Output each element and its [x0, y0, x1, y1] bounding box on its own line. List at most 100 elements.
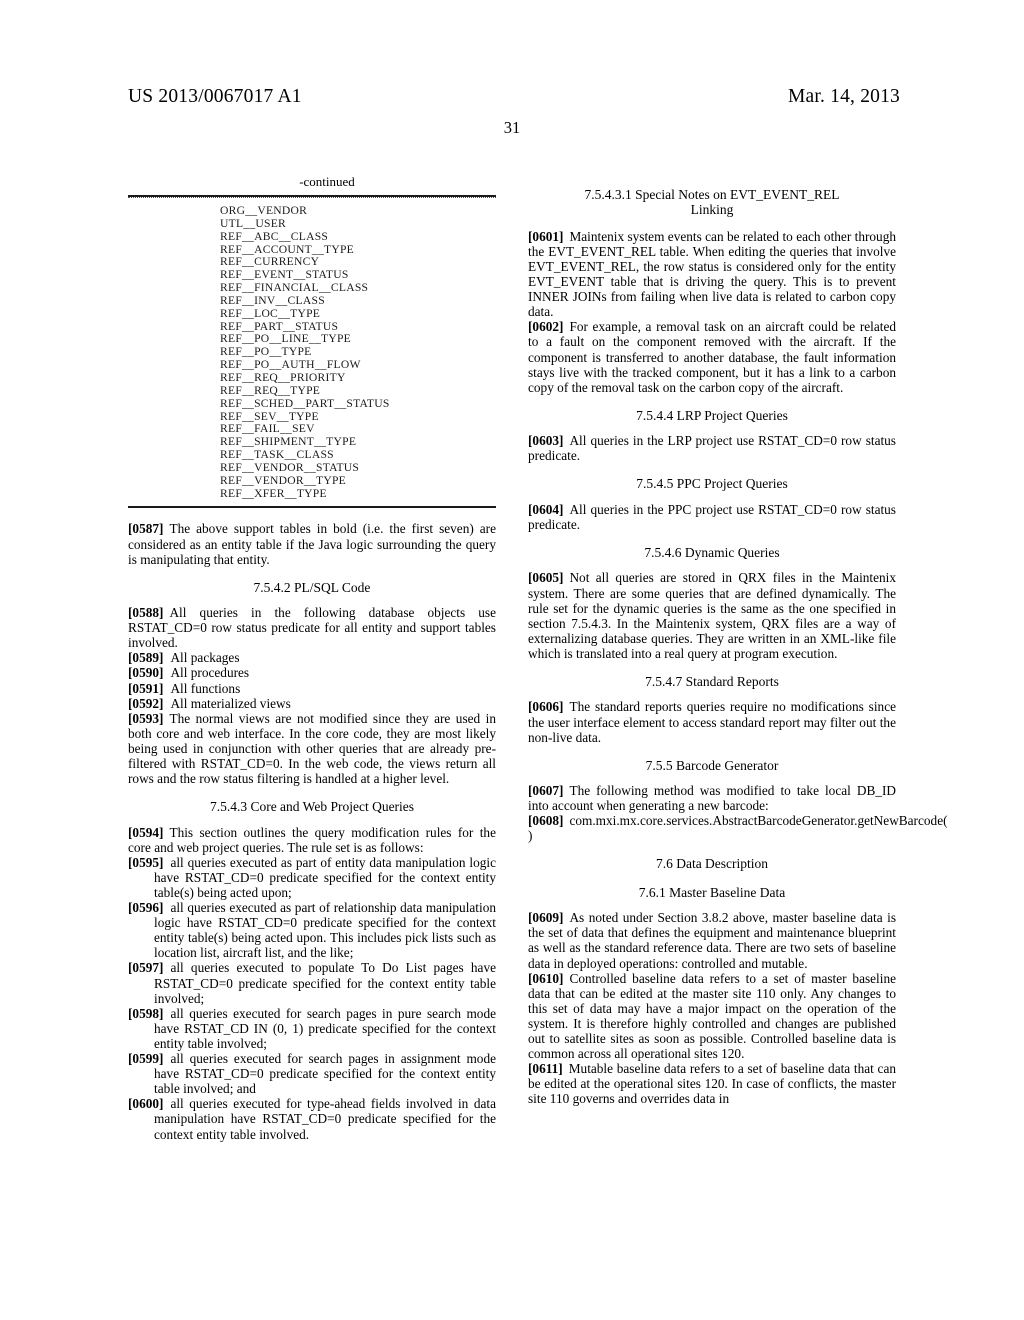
list-item-text: All materialized views — [170, 695, 291, 711]
section-heading-line-1: 7.5.4.3.1 Special Notes on EVT_EVENT_REL — [584, 187, 840, 202]
paragraph-text: All queries in the PPC project use RSTAT… — [528, 501, 896, 532]
paragraph-tag: [0605] — [528, 570, 564, 586]
page-number: 31 — [503, 118, 521, 137]
paragraph-text: com.mxi.mx.core.services.AbstractBarcode… — [528, 813, 948, 844]
section-heading-7-5-4-7: 7.5.4.7 Standard Reports — [645, 674, 779, 689]
section-heading-7-5-5: 7.5.5 Barcode Generator — [645, 757, 779, 773]
list-item-text: All functions — [170, 680, 241, 696]
table-row: REF__XFER__TYPE — [220, 486, 327, 500]
list-item: [0591] All functions — [128, 681, 496, 696]
paragraph-tag: [0604] — [528, 501, 564, 517]
table-row: REF__VENDOR__STATUS — [220, 460, 360, 474]
paragraph-text: Maintenix system events can be related t… — [528, 228, 896, 320]
section-heading-7-5-4-2: 7.5.4.2 PL/SQL Code — [253, 579, 371, 595]
paragraph-tag: [0602] — [528, 319, 564, 335]
paragraph-0593: [0593] The normal views are not modified … — [128, 711, 496, 786]
list-item-text: All procedures — [170, 665, 250, 681]
query-rules-list: [0595] all queries executed as part of en… — [128, 855, 496, 1142]
list-item-text: all queries executed for type-ahead fiel… — [154, 1096, 496, 1142]
publication-number: US 2013/0067017 A1 — [128, 86, 302, 107]
paragraph-tag: [0608] — [528, 813, 564, 829]
list-item: [0590] All procedures — [128, 665, 496, 680]
table-body: ORG__VENDOR UTL__USER REF__ABC__CLASS RE… — [128, 204, 496, 500]
patent-page: US 2013/0067017 A1 Mar. 14, 2013 31 -con… — [0, 0, 1024, 1320]
paragraph-tag: [0601] — [528, 228, 564, 244]
paragraph-tag: [0610] — [528, 970, 564, 986]
table-top-rule — [128, 195, 496, 198]
paragraph-0611: [0611] Mutable baseline data refers to a … — [528, 1061, 896, 1106]
list-item: [0599] all queries executed for search pa… — [128, 1051, 496, 1096]
continued-table: -continued ORG__VENDOR UTL__USER REF__AB… — [128, 174, 496, 509]
paragraph-text: The standard reports queries require no … — [528, 699, 896, 745]
paragraph-tag: [0596] — [128, 900, 164, 916]
table-row: REF__REQ__TYPE — [220, 383, 321, 397]
paragraph-0610: [0610] Controlled baseline data refers to… — [528, 971, 896, 1062]
table-row: REF__FINANCIAL__CLASS — [220, 281, 369, 295]
list-item: [0596] all queries executed as part of re… — [128, 900, 496, 960]
paragraph-text: The normal views are not modified since … — [128, 710, 496, 787]
section-heading-7-6: 7.6 Data Description — [655, 856, 769, 872]
list-item-text: all queries executed as part of entity d… — [154, 854, 496, 900]
paragraph-0588: [0588] All queries in the following datab… — [128, 605, 496, 650]
list-item: [0600] all queries executed for type-ahea… — [128, 1096, 496, 1141]
list-item-text: all queries executed for search pages in… — [154, 1051, 496, 1097]
paragraph-text: For example, a removal task on an aircra… — [528, 319, 896, 395]
publication-date: Mar. 14, 2013 — [787, 86, 900, 107]
section-heading-7-5-4-3-1: 7.5.4.3.1 Special Notes on EVT_EVENT_REL… — [528, 187, 896, 218]
list-item-text: all queries executed for search pages in… — [154, 1005, 496, 1051]
table-row: REF__INV__CLASS — [220, 293, 325, 307]
paragraph-text: The following method was modified to tak… — [528, 783, 896, 814]
paragraph-text: This section outlines the query modifica… — [128, 824, 496, 855]
paragraph-text: As noted under Section 3.8.2 above, mast… — [528, 910, 896, 971]
paragraph-0587: [0587] The above support tables in bold (… — [128, 521, 496, 566]
paragraph-tag: [0603] — [528, 433, 564, 449]
paragraph-0603: [0603] All queries in the LRP project use… — [528, 433, 896, 463]
list-item-text: All packages — [170, 650, 240, 666]
list-item: [0597] all queries executed to populate T… — [128, 960, 496, 1005]
paragraph-text: Controlled baseline data refers to a set… — [528, 970, 896, 1062]
paragraph-text: The above support tables in bold (i.e. t… — [128, 521, 496, 567]
table-row: UTL__USER — [220, 216, 287, 230]
table-row: REF__SCHED__PART__STATUS — [220, 396, 390, 410]
paragraph-0608: [0608] com.mxi.mx.core.services.AbstractB… — [528, 813, 948, 843]
paragraph-0607: [0607] The following method was modified … — [528, 783, 896, 813]
list-item: [0595] all queries executed as part of en… — [128, 855, 496, 900]
paragraph-text: All queries in the following database ob… — [128, 605, 496, 651]
list-item: [0589] All packages — [128, 650, 496, 665]
paragraph-tag: [0600] — [128, 1096, 164, 1112]
table-row: REF__REQ__PRIORITY — [220, 370, 346, 384]
paragraph-tag: [0591] — [128, 680, 164, 696]
paragraph-tag: [0606] — [528, 699, 564, 715]
paragraph-0604: [0604] All queries in the PPC project use… — [528, 502, 896, 532]
table-row: REF__LOC__TYPE — [220, 306, 321, 320]
paragraph-tag: [0593] — [128, 710, 164, 726]
table-row: REF__ABC__CLASS — [220, 229, 329, 243]
paragraph-tag: [0597] — [128, 960, 164, 976]
section-heading-7-6-1: 7.6.1 Master Baseline Data — [638, 884, 786, 900]
running-head: US 2013/0067017 A1 Mar. 14, 2013 — [128, 86, 900, 114]
table-row: REF__VENDOR__TYPE — [220, 473, 346, 487]
paragraph-0594: [0594] This section outlines the query mo… — [128, 825, 496, 855]
section-heading-7-5-4-4: 7.5.4.4 LRP Project Queries — [636, 407, 788, 423]
paragraph-tag: [0594] — [128, 824, 164, 840]
section-heading-7-5-4-5: 7.5.4.5 PPC Project Queries — [636, 476, 788, 492]
paragraph-tag: [0598] — [128, 1005, 164, 1021]
table-row: REF__TASK__CLASS — [220, 448, 334, 462]
list-item: [0592] All materialized views — [128, 696, 496, 711]
paragraph-0609: [0609] As noted under Section 3.8.2 above… — [528, 910, 896, 970]
paragraph-tag: [0595] — [128, 854, 164, 870]
paragraph-tag: [0590] — [128, 665, 164, 681]
paragraph-0601: [0601] Maintenix system events can be rel… — [528, 229, 896, 320]
paragraph-0605: [0605] Not all queries are stored in QRX … — [528, 570, 896, 661]
table-continued-label: -continued — [299, 174, 355, 189]
right-column: 7.5.4.3.1 Special Notes on EVT_EVENT_REL… — [528, 174, 948, 1274]
paragraph-text: Mutable baseline data refers to a set of… — [528, 1061, 896, 1107]
section-heading-line-2: Linking — [690, 202, 734, 218]
database-object-list: [0589] All packages [0590] All procedures … — [128, 650, 496, 710]
paragraph-tag: [0587] — [128, 521, 164, 537]
paragraph-tag: [0589] — [128, 650, 164, 666]
section-heading-7-5-4-3: 7.5.4.3 Core and Web Project Queries — [209, 799, 415, 815]
paragraph-tag: [0588] — [128, 605, 164, 621]
paragraph-tag: [0599] — [128, 1051, 164, 1067]
